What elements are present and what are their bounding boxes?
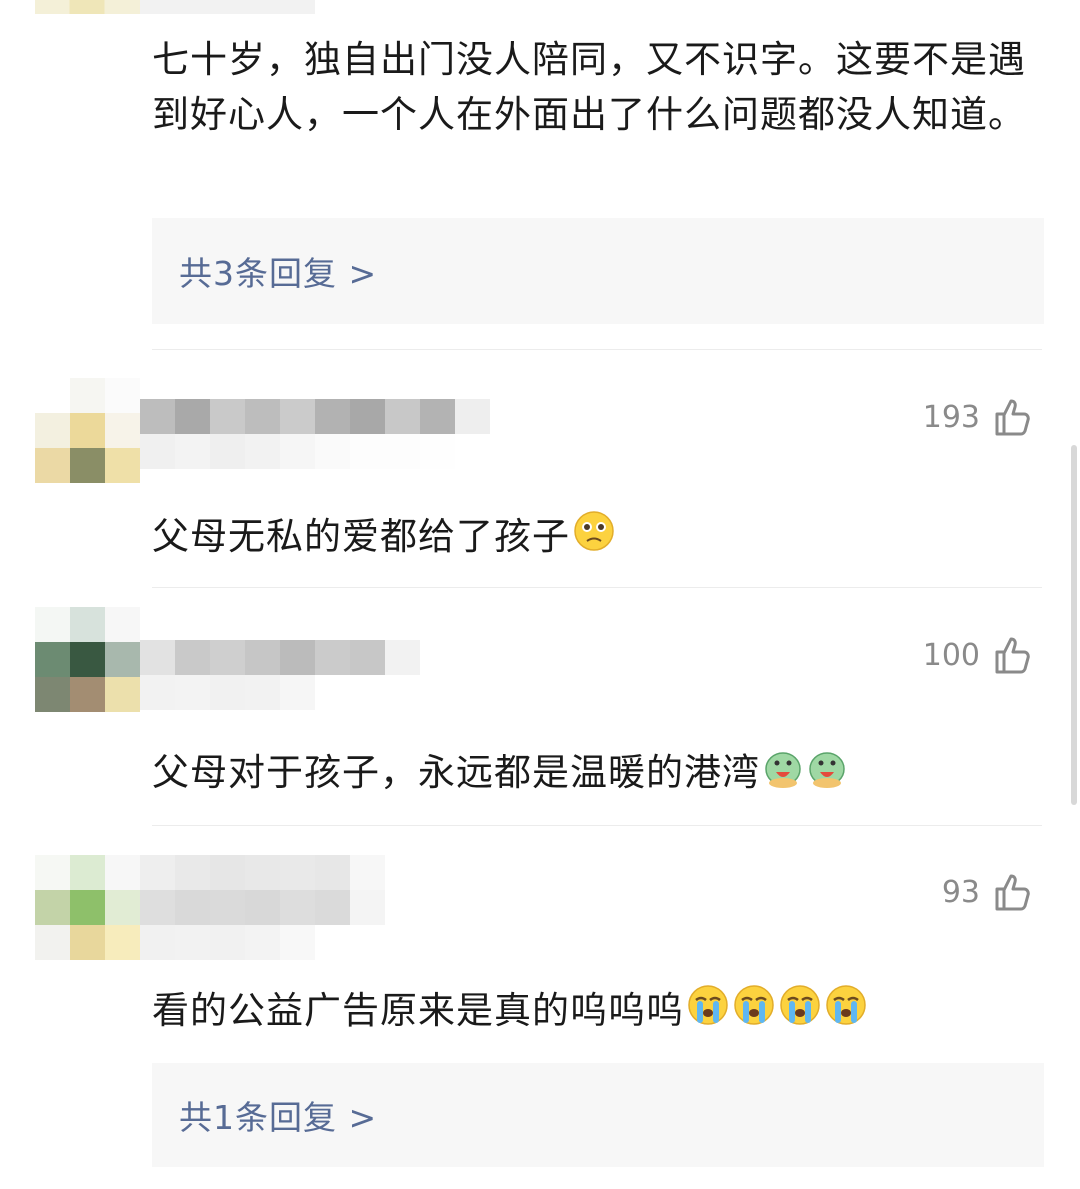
like-group-3[interactable]: 100 xyxy=(923,635,1032,675)
thumbs-up-icon[interactable] xyxy=(992,397,1032,437)
username-4[interactable] xyxy=(140,855,385,960)
comment-text-2-body: 父母无私的爱都给了孩子 xyxy=(152,515,570,558)
like-count-3: 100 xyxy=(922,637,980,673)
comment-text-4-body: 看的公益广告原来是真的呜呜呜 xyxy=(152,989,684,1032)
reply-box-2[interactable]: 共1条回复 > xyxy=(152,1063,1044,1167)
thumbs-up-icon[interactable] xyxy=(992,872,1032,912)
divider-3 xyxy=(152,825,1042,826)
crying-face-icon xyxy=(686,983,730,1042)
view-replies-link-1[interactable]: 共3条回复 > xyxy=(179,218,377,324)
dragon-hug-icon xyxy=(762,745,804,804)
avatar-4[interactable] xyxy=(35,855,140,960)
username-2[interactable] xyxy=(140,399,490,469)
blurred-avatar-top xyxy=(35,0,140,14)
divider-2 xyxy=(152,587,1042,588)
comment-text-2: 父母无私的爱都给了孩子 xyxy=(152,509,1028,568)
view-replies-link-2[interactable]: 共1条回复 > xyxy=(179,1063,377,1167)
comment-text-3: 父母对于孩子，永远都是温暖的港湾 xyxy=(152,745,1028,804)
like-group-4[interactable]: 93 xyxy=(942,872,1032,912)
pleading-face-icon xyxy=(572,509,616,568)
crying-face-icon xyxy=(732,983,776,1042)
comment-text-4: 看的公益广告原来是真的呜呜呜 xyxy=(152,983,1028,1042)
scrollbar[interactable] xyxy=(1071,445,1077,805)
crying-face-icon xyxy=(778,983,822,1042)
comment-text-3-body: 父母对于孩子，永远都是温暖的港湾 xyxy=(152,751,760,794)
blurred-username-top xyxy=(140,0,315,14)
username-3[interactable] xyxy=(140,640,420,710)
like-count-4: 93 xyxy=(941,874,980,910)
crying-face-icon xyxy=(824,983,868,1042)
comment-text-1: 七十岁，独自出门没人陪同，又不识字。这要不是遇到好心人，一个人在外面出了什么问题… xyxy=(152,38,1026,136)
thumbs-up-icon[interactable] xyxy=(992,635,1032,675)
avatar-2[interactable] xyxy=(35,378,140,483)
divider-1 xyxy=(152,349,1042,350)
like-count-2: 193 xyxy=(922,399,980,435)
like-group-2[interactable]: 193 xyxy=(923,397,1032,437)
reply-box-1[interactable]: 共3条回复 > xyxy=(152,218,1044,324)
avatar-3[interactable] xyxy=(35,607,140,712)
dragon-hug-icon xyxy=(806,745,848,804)
